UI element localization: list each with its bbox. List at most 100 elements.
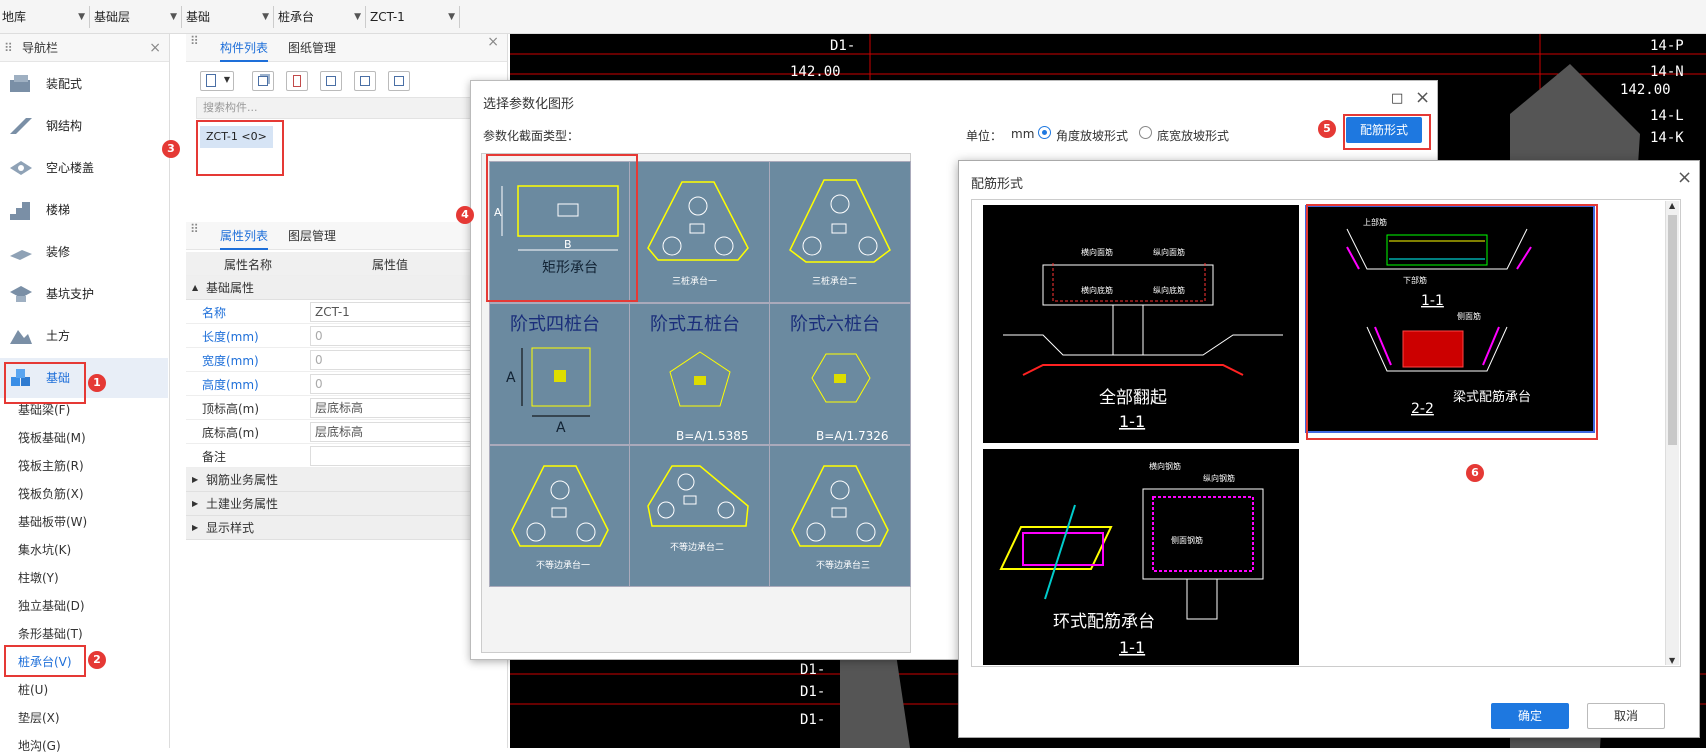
group-civil[interactable]: ▶ 土建业务属性: [186, 492, 508, 516]
subitem-column-pier[interactable]: 柱墩(Y): [18, 568, 59, 588]
shape-label: 阶式六桩台: [790, 314, 880, 335]
property-name: 名称: [202, 306, 227, 320]
tab-drawing-management[interactable]: 图纸管理: [288, 34, 336, 62]
radio-angle-slope[interactable]: [1038, 126, 1051, 139]
subitem-raft-neg-rebar[interactable]: 筏板负筋(X): [18, 484, 84, 504]
shape-unequal-2[interactable]: 不等边承台二: [629, 445, 771, 587]
expand-icon: ▶: [192, 475, 199, 484]
radio-width-slope[interactable]: [1139, 126, 1152, 139]
nav-title: 导航栏: [22, 41, 59, 55]
drag-handle-icon[interactable]: ⠿: [190, 222, 199, 236]
rebar-label: 纵向钢筋: [1203, 473, 1235, 483]
step-six-pile-figure: 阶式六桩台 B=A/1.7326: [790, 314, 889, 443]
drag-handle-icon[interactable]: ⠿: [190, 34, 199, 48]
tab-component-list[interactable]: 构件列表: [220, 34, 269, 62]
expand-icon: ▶: [192, 523, 199, 532]
ok-button[interactable]: 确定: [1491, 703, 1569, 729]
group-rebar[interactable]: ▶ 钢筋业务属性: [186, 468, 508, 492]
formula: B=A/1.5385: [676, 429, 749, 443]
highlight-box: [4, 645, 86, 677]
shape-unequal-1[interactable]: 不等边承台一: [489, 445, 631, 587]
cad-label: 14-L: [1650, 108, 1684, 124]
subitem-sump[interactable]: 集水坑(K): [18, 540, 71, 560]
copy-button[interactable]: [252, 71, 274, 91]
category-select[interactable]: 基础 ▼: [184, 6, 274, 28]
floor-select[interactable]: 地库 ▼: [0, 6, 90, 28]
layer-select[interactable]: 基础层 ▼: [92, 6, 182, 28]
three-pile-figure: 三桩承台二: [789, 179, 891, 287]
rebar-label: 纵向底筋: [1153, 285, 1185, 295]
shape-three-pile-1[interactable]: 三桩承台一: [629, 161, 771, 303]
subitem-isolated-footing[interactable]: 独立基础(D): [18, 596, 85, 616]
subitem-strip-footing[interactable]: 条形基础(T): [18, 624, 83, 644]
close-icon[interactable]: ×: [149, 34, 161, 62]
new-component-button[interactable]: ▼: [200, 71, 234, 91]
chevron-down-icon: ▼: [223, 75, 230, 84]
floor-copy-button[interactable]: [354, 71, 376, 91]
chevron-down-icon: ▼: [78, 12, 85, 22]
drag-handle-icon[interactable]: ⠿: [4, 34, 13, 62]
close-icon[interactable]: ×: [1415, 87, 1430, 108]
subitem-trench[interactable]: 地沟(G): [18, 736, 61, 756]
radio-angle-slope-label: 角度放坡形式: [1056, 129, 1129, 143]
subitem-raft[interactable]: 筏板基础(M): [18, 428, 86, 448]
shape-step-four-pile[interactable]: 阶式四桩台 A A: [489, 303, 631, 445]
item-select[interactable]: ZCT-1 ▼: [368, 6, 460, 28]
component-tabs: ⠿ 构件列表 图纸管理 ×: [186, 34, 507, 62]
subitem-raft-main-rebar[interactable]: 筏板主筋(R): [18, 456, 84, 476]
subitem-cushion[interactable]: 垫层(X): [18, 708, 60, 728]
close-icon[interactable]: ×: [1677, 167, 1692, 188]
tab-property-list[interactable]: 属性列表: [220, 222, 269, 250]
cad-label: 14-P: [1650, 38, 1684, 54]
type-select[interactable]: 桩承台 ▼: [276, 6, 366, 28]
nav-item-decoration[interactable]: 装修: [0, 232, 168, 272]
cad-label: 14-N: [1650, 64, 1684, 80]
properties-panel: ⠿ 属性列表 图层管理 属性名称 属性值 ▲ 基础属性 名称 ZCT-1 长度(mm…: [186, 222, 508, 748]
shape-three-pile-2[interactable]: 三桩承台二: [769, 161, 911, 303]
subitem-slab-strip[interactable]: 基础板带(W): [18, 512, 87, 532]
maximize-icon[interactable]: □: [1391, 91, 1403, 106]
subitem-pile[interactable]: 桩(U): [18, 680, 48, 700]
scroll-up-icon: ▲: [1669, 201, 1676, 210]
group-display[interactable]: ▶ 显示样式: [186, 516, 508, 540]
section-label: 1-1: [1119, 412, 1145, 431]
group-basic[interactable]: ▲ 基础属性: [186, 276, 508, 300]
shape-unequal-3[interactable]: 不等边承台三: [769, 445, 911, 587]
chevron-down-icon: ▼: [354, 12, 361, 22]
rebar-all-bent-up[interactable]: 横向面筋 纵向面筋 横向底筋 纵向底筋 全部翻起 1-1: [983, 205, 1299, 443]
shape-label: 不等边承台二: [670, 541, 724, 553]
duplicate-button[interactable]: [320, 71, 342, 91]
scroll-thumb[interactable]: [1668, 215, 1677, 445]
shape-label: 三桩承台二: [812, 275, 857, 287]
dim-a: A: [506, 370, 516, 386]
property-row: 备注: [186, 444, 508, 468]
cancel-button[interactable]: 取消: [1587, 703, 1665, 729]
prefab-icon: [10, 75, 30, 92]
export-button[interactable]: [388, 71, 410, 91]
rebar-ring-type[interactable]: 横向钢筋 纵向钢筋 侧面钢筋 环式配筋承台 1-1: [983, 449, 1299, 665]
step-four-pile-figure: 阶式四桩台 A A: [506, 314, 600, 436]
highlight-box: [486, 154, 638, 302]
nav-item-stair[interactable]: 楼梯: [0, 190, 168, 230]
shape-step-five-pile[interactable]: 阶式五桩台 B=A/1.5385: [629, 303, 771, 445]
nav-item-hollow-slab[interactable]: 空心楼盖: [0, 148, 168, 188]
close-icon[interactable]: ×: [487, 34, 499, 50]
delete-button[interactable]: [286, 71, 308, 91]
decoration-icon: [10, 250, 32, 260]
dialog-title: 配筋形式: [971, 177, 1024, 192]
shape-step-six-pile[interactable]: 阶式六桩台 B=A/1.7326: [769, 303, 911, 445]
scrollbar[interactable]: ▲ ▼: [1665, 201, 1679, 665]
tab-layer-management[interactable]: 图层管理: [288, 222, 336, 250]
property-row: 底标高(m) 层底标高: [186, 420, 508, 444]
nav-item-prefab[interactable]: 装配式: [0, 64, 168, 104]
nav-item-pit-support[interactable]: 基坑支护: [0, 274, 168, 314]
nav-item-label: 装配式: [46, 77, 83, 91]
nav-item-earthwork[interactable]: 土方: [0, 316, 168, 356]
search-input[interactable]: 搜索构件...: [196, 97, 496, 119]
nav-item-label: 钢结构: [46, 119, 83, 133]
property-row: 名称 ZCT-1: [186, 300, 508, 324]
nav-item-label: 楼梯: [46, 203, 71, 217]
nav-item-steel[interactable]: 钢结构: [0, 106, 168, 146]
radio-width-slope-label: 底宽放坡形式: [1157, 129, 1230, 143]
rebar-label: 横向面筋: [1081, 247, 1113, 257]
